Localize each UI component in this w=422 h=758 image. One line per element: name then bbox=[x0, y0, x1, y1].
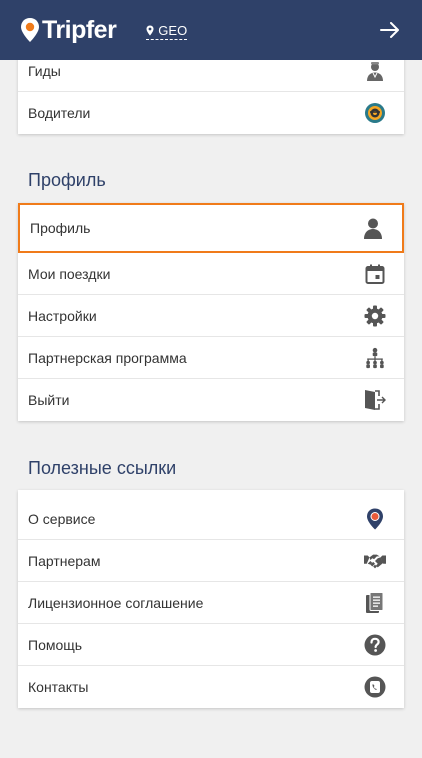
menu-item-label: Выйти bbox=[28, 392, 70, 408]
menu-item-label: Профиль bbox=[30, 220, 91, 236]
menu-item-label: Водители bbox=[28, 105, 91, 121]
logo-text: Tripfer bbox=[42, 15, 117, 44]
menu-item-help[interactable]: Помощь bbox=[18, 624, 404, 666]
section-title-useful-links: Полезные ссылки bbox=[28, 458, 177, 478]
handshake-icon bbox=[364, 550, 386, 572]
arrow-right-icon bbox=[380, 22, 399, 38]
geo-label: GEO bbox=[158, 23, 188, 38]
menu-item-profile[interactable]: Профиль bbox=[18, 203, 404, 253]
menu-item-logout[interactable]: Выйти bbox=[18, 379, 404, 421]
arrow-right-button[interactable] bbox=[378, 18, 402, 42]
document-icon bbox=[364, 591, 386, 614]
location-pin-icon bbox=[364, 508, 386, 530]
menu-item-label: Мои поездки bbox=[28, 265, 111, 282]
hierarchy-icon bbox=[364, 347, 386, 369]
menu-item-guides[interactable]: Гиды bbox=[18, 60, 404, 92]
guide-icon bbox=[364, 60, 386, 82]
menu-item-label: Настройки bbox=[28, 307, 97, 324]
menu-content: Гиды Водители Профиль Профиль Мои поездк… bbox=[0, 60, 422, 758]
menu-item-label: Контакты bbox=[28, 679, 89, 695]
menu-item-my-trips[interactable]: Мои поездки bbox=[18, 253, 404, 295]
menu-item-label: О сервисе bbox=[28, 510, 96, 527]
menu-item-license-agreement[interactable]: Лицензионное соглашение bbox=[18, 582, 404, 624]
logo-pin-icon bbox=[21, 18, 39, 42]
map-pin-icon bbox=[146, 25, 154, 36]
gear-icon bbox=[364, 305, 386, 327]
steering-wheel-icon bbox=[364, 102, 386, 124]
links-card: О сервисе Партнерам Лицензионное соглаше… bbox=[18, 490, 404, 708]
menu-item-label: Лицензионное соглашение bbox=[28, 594, 204, 611]
menu-item-settings[interactable]: Настройки bbox=[18, 295, 404, 337]
logout-icon bbox=[364, 389, 386, 411]
calendar-icon bbox=[364, 263, 386, 285]
menu-item-contacts[interactable]: Контакты bbox=[18, 666, 404, 708]
menu-item-label: Партнерам bbox=[28, 552, 101, 569]
logo[interactable]: Tripfer bbox=[20, 15, 117, 45]
profile-card: Профиль Мои поездки Настройки Партнерска… bbox=[18, 203, 404, 421]
app-header: Tripfer GEO bbox=[0, 0, 422, 60]
phone-icon bbox=[364, 676, 386, 698]
menu-item-label: Помощь bbox=[28, 636, 83, 653]
geo-selector[interactable]: GEO bbox=[146, 23, 188, 40]
top-card: Гиды Водители bbox=[18, 60, 404, 134]
menu-item-partners[interactable]: Партнерам bbox=[18, 540, 404, 582]
menu-item-label: Партнерская программа bbox=[28, 349, 187, 366]
help-icon bbox=[364, 634, 386, 656]
menu-item-partner-program[interactable]: Партнерская программа bbox=[18, 337, 404, 379]
user-icon bbox=[362, 217, 384, 239]
section-title-profile: Профиль bbox=[28, 170, 106, 190]
menu-item-label: Гиды bbox=[28, 62, 61, 79]
menu-item-about[interactable]: О сервисе bbox=[18, 498, 404, 540]
menu-item-drivers[interactable]: Водители bbox=[18, 92, 404, 134]
